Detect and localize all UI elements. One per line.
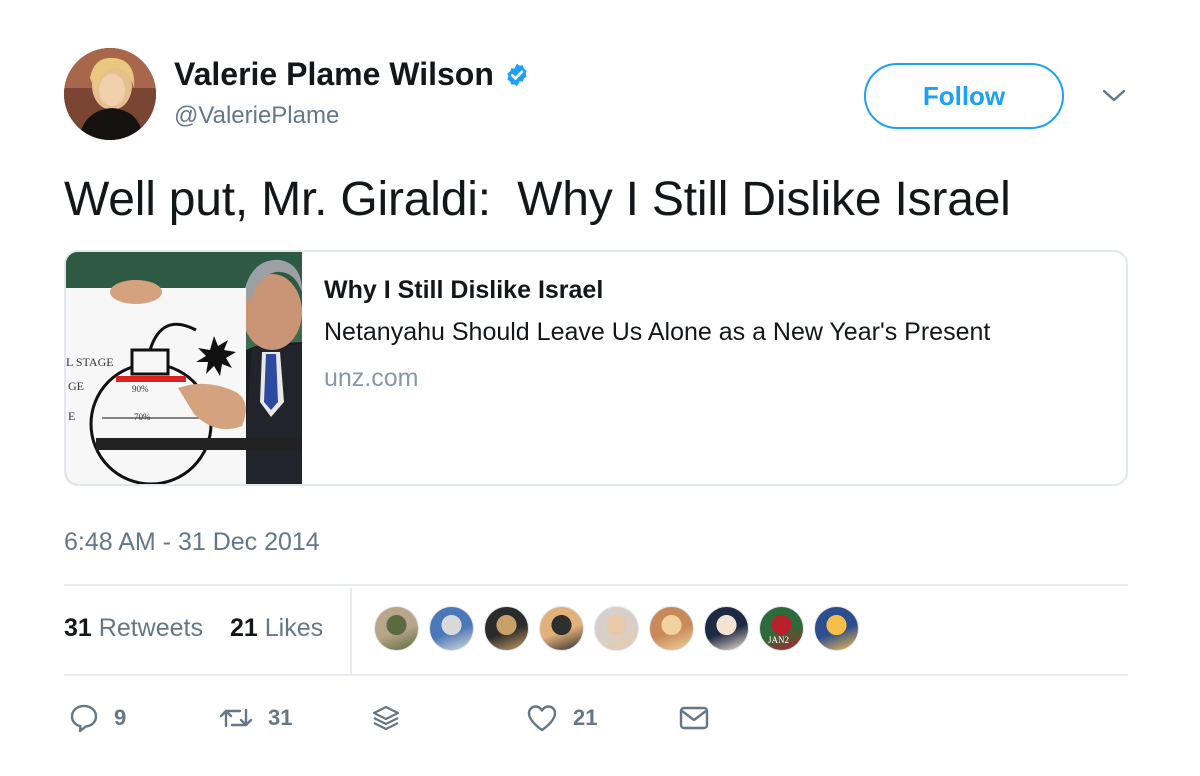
liker-avatar[interactable] — [649, 606, 694, 651]
stack-icon — [372, 705, 400, 731]
author-display-name[interactable]: Valerie Plame Wilson — [174, 56, 494, 93]
card-domain: unz.com — [324, 364, 419, 392]
retweet-count: 31 — [268, 705, 293, 730]
liker-avatar[interactable] — [484, 606, 529, 651]
envelope-icon — [679, 706, 709, 730]
liker-avatar[interactable] — [429, 606, 474, 651]
like-action[interactable]: 21 — [525, 700, 597, 736]
likes-stat[interactable]: 21 Likes — [230, 614, 323, 643]
direct-message-action[interactable] — [678, 700, 710, 736]
author-name[interactable]: Valerie Plame Wilson — [174, 56, 530, 93]
liker-avatar-label: JAN2 — [768, 635, 790, 645]
like-count: 21 — [573, 705, 598, 730]
heart-icon — [527, 705, 557, 732]
liker-avatar[interactable] — [539, 606, 584, 651]
retweets-stat[interactable]: 31 Retweets — [64, 614, 203, 643]
retweets-count: 31 — [64, 614, 92, 642]
stats-divider — [350, 588, 352, 674]
likes-count: 21 — [230, 614, 258, 642]
poster-e-text: E — [68, 409, 75, 423]
card-thumbnail: L STAGE GE E 90% 70% — [66, 252, 302, 484]
liker-avatar[interactable] — [704, 606, 749, 651]
stack-action[interactable] — [370, 700, 402, 736]
likes-label: Likes — [264, 614, 324, 642]
liker-avatar[interactable]: JAN2 — [759, 606, 804, 651]
retweet-icon — [219, 708, 253, 728]
reply-action[interactable]: 9 — [68, 700, 126, 736]
poster-stage-text: L STAGE — [66, 355, 114, 369]
divider — [64, 584, 1128, 586]
liker-avatars[interactable]: JAN2 — [374, 606, 859, 651]
author-handle[interactable]: @ValeriePlame — [174, 102, 339, 130]
link-card[interactable]: L STAGE GE E 90% 70% Why I Still Dislike… — [64, 250, 1128, 486]
poster-70-text: 70% — [134, 412, 151, 422]
chevron-down-icon[interactable] — [1100, 86, 1128, 106]
reply-count: 9 — [114, 705, 127, 730]
tweet-timestamp[interactable]: 6:48 AM - 31 Dec 2014 — [64, 528, 320, 557]
verified-badge-icon — [507, 63, 527, 86]
poster-90-text: 90% — [132, 384, 149, 394]
liker-avatar[interactable] — [814, 606, 859, 651]
card-description: Netanyahu Should Leave Us Alone as a New… — [324, 318, 991, 346]
liker-avatar[interactable] — [594, 606, 639, 651]
card-title[interactable]: Why I Still Dislike Israel — [324, 276, 603, 305]
retweets-label: Retweets — [98, 614, 203, 642]
reply-icon — [70, 704, 98, 733]
follow-button[interactable]: Follow — [864, 63, 1064, 129]
author-avatar[interactable] — [64, 48, 156, 140]
tweet-text: Well put, Mr. Giraldi: Why I Still Disli… — [64, 173, 1011, 226]
divider — [64, 674, 1128, 676]
liker-avatar[interactable] — [374, 606, 419, 651]
poster-ge-text: GE — [68, 379, 84, 393]
retweet-action[interactable]: 31 — [218, 700, 292, 736]
